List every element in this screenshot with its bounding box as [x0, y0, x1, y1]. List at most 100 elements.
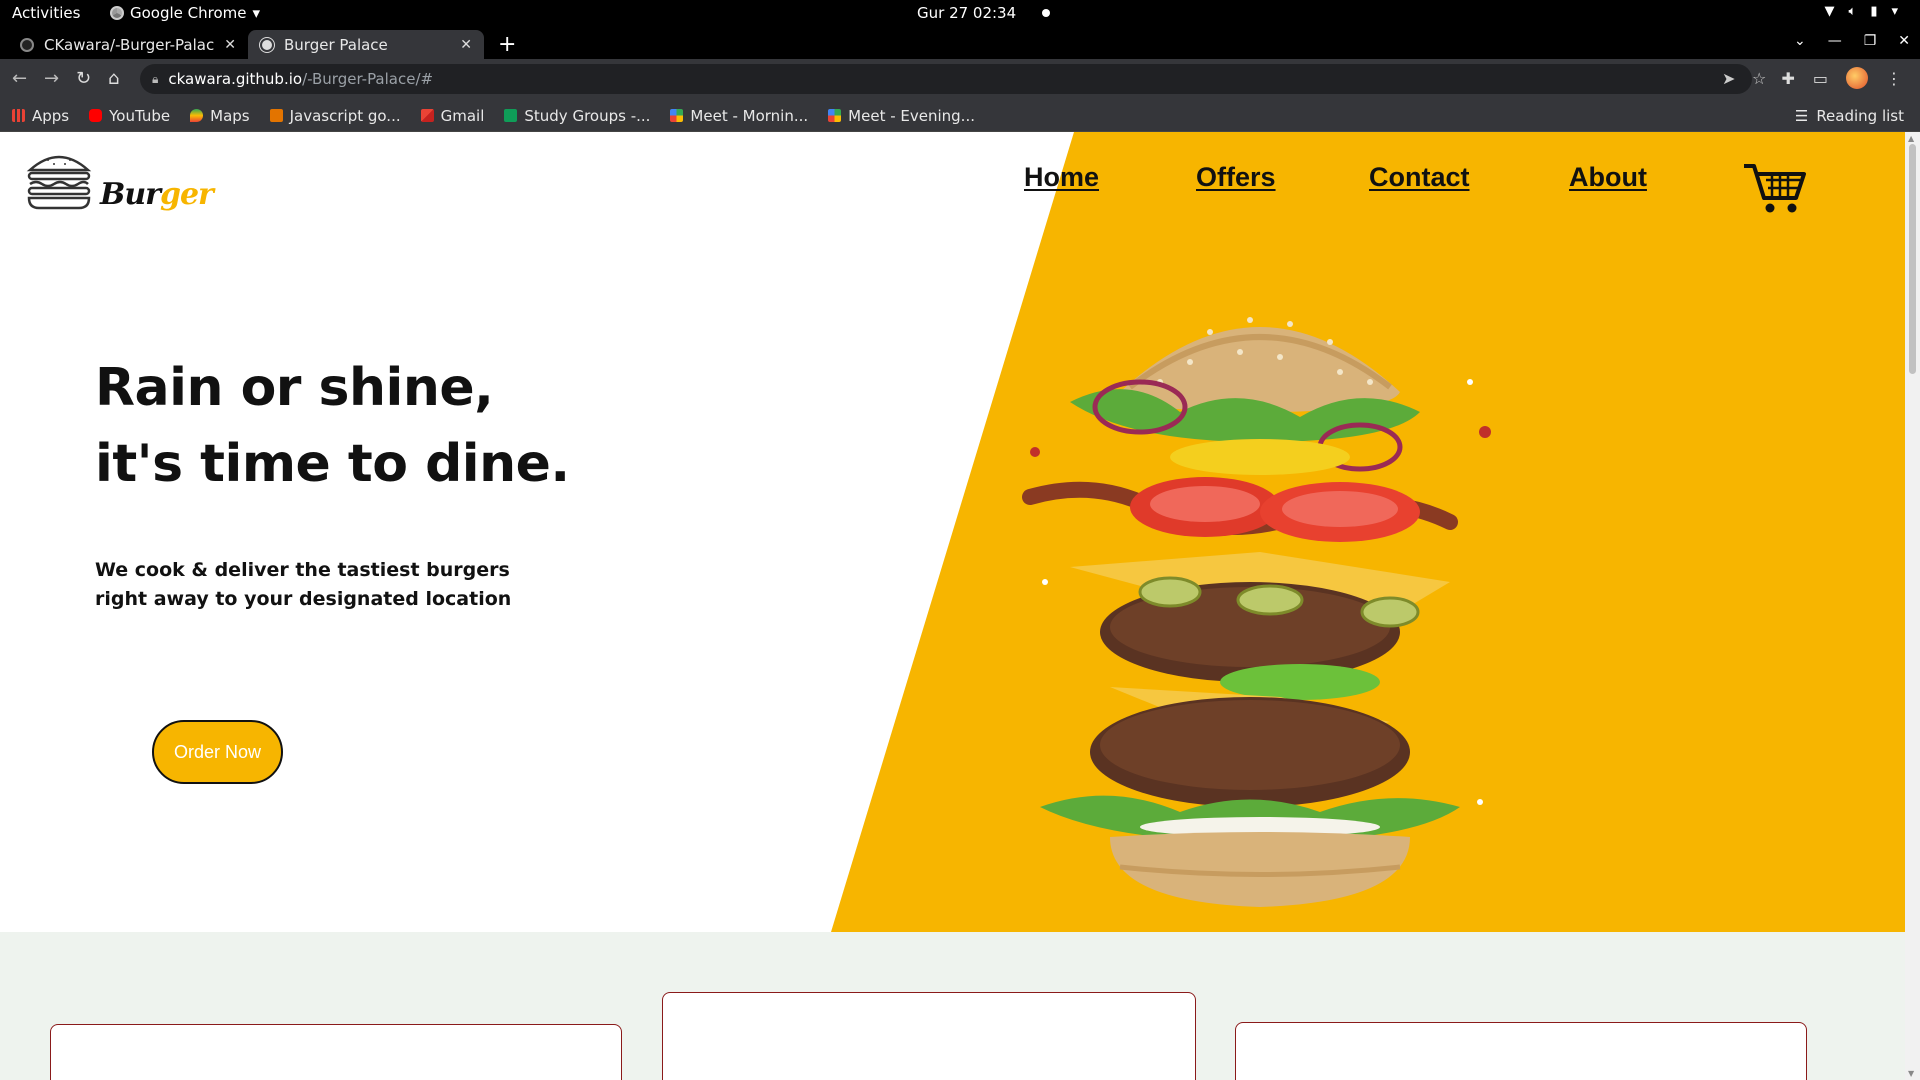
window-controls: ⌄ — ❐ ✕ [1794, 33, 1910, 49]
bookmark-label: Meet - Mornin... [690, 106, 809, 125]
bookmarks-bar: Apps YouTube Maps Javascript go... Gmail… [0, 100, 1920, 132]
restore-icon[interactable]: ❐ [1864, 33, 1877, 49]
headline-line-2: it's time to dine. [95, 434, 570, 494]
app-menu-label: Google Chrome [130, 4, 247, 22]
reading-list-button[interactable]: ☰ Reading list [1795, 107, 1904, 125]
headline-line-1: Rain or shine, [95, 358, 494, 418]
browser-toolbar: ← → ↻ ⌂ 🔒︎ ckawara.github.io/-Burger-Pal… [0, 59, 1920, 100]
tagline-line-2: right away to your designated location [95, 588, 512, 610]
page-viewport: Burger Home Offers Contact About Rain or… [0, 132, 1920, 1080]
hero-section: Burger Home Offers Contact About Rain or… [0, 132, 1905, 932]
meet-icon [828, 109, 842, 122]
bookmark-apps[interactable]: Apps [12, 107, 69, 125]
gmail-icon [420, 109, 434, 122]
forward-icon[interactable]: → [44, 68, 59, 89]
bookmark-label: Study Groups -... [524, 106, 651, 125]
cart-icon[interactable] [1742, 160, 1806, 216]
tab-strip: CKawara/-Burger-Palace: ✕ Burger Palace … [0, 27, 1920, 59]
hero-yellow-panel [831, 132, 1905, 932]
order-now-button[interactable]: Order Now [152, 720, 283, 784]
address-bar[interactable]: 🔒︎ ckawara.github.io/-Burger-Palace/# [140, 64, 1752, 94]
bookmark-icon [269, 109, 283, 122]
bookmark-label: Gmail [440, 106, 485, 125]
lock-icon[interactable]: 🔒︎ [152, 72, 158, 87]
offers-section [0, 932, 1905, 1080]
logo-text-part2: ger [159, 177, 214, 212]
close-icon[interactable]: ✕ [224, 37, 236, 53]
tab-burger-palace[interactable]: Burger Palace ✕ [248, 30, 484, 59]
page-scrollbar[interactable]: ▲ ▼ [1905, 132, 1920, 1080]
url-host: ckawara.github.io [168, 70, 303, 88]
scrollbar-thumb[interactable] [1909, 144, 1916, 374]
extensions-puzzle-icon[interactable]: ✚ [1781, 69, 1794, 88]
bookmark-star-icon[interactable]: ☆ [1752, 69, 1766, 88]
reading-list-icon: ☰ [1794, 107, 1809, 125]
bookmark-label: Javascript go... [289, 106, 401, 125]
tab-title: CKawara/-Burger-Palace: [44, 35, 215, 54]
tab-title: Burger Palace [284, 35, 388, 54]
offer-card[interactable] [50, 1024, 622, 1080]
bookmark-meet-evening[interactable]: Meet - Evening... [828, 107, 975, 125]
minimize-icon[interactable]: — [1828, 33, 1842, 49]
battery-icon: ▮ [1870, 4, 1878, 19]
system-top-bar: Activities Google Chrome ▾ Gur 27 02:34 … [0, 0, 1920, 27]
cast-icon[interactable]: ▭ [1813, 69, 1828, 88]
bookmark-label: Meet - Evening... [848, 106, 975, 125]
activities-button[interactable]: Activities [12, 4, 80, 22]
maps-icon [190, 109, 204, 122]
close-icon[interactable]: ✕ [460, 37, 472, 53]
bookmark-gmail[interactable]: Gmail [420, 106, 485, 125]
tab-github[interactable]: CKawara/-Burger-Palace: ✕ [8, 30, 248, 59]
sheets-icon [504, 109, 518, 122]
profile-avatar[interactable] [1846, 67, 1868, 89]
youtube-icon [89, 109, 103, 122]
system-tray[interactable]: ▼ 🔈︎ ▮ ▾ [1825, 4, 1899, 19]
reload-icon[interactable]: ↻ [76, 68, 91, 89]
bookmark-label: Maps [210, 106, 250, 125]
wifi-icon: ▼ [1824, 4, 1835, 19]
bookmark-javascript[interactable]: Javascript go... [269, 106, 401, 125]
globe-icon [260, 37, 274, 52]
apps-grid-icon [12, 109, 25, 122]
hero-headline: Rain or shine, it's time to dine. [95, 350, 570, 502]
hero-tagline: We cook & deliver the tastiest burgers r… [95, 556, 515, 614]
chevron-down-icon: ▾ [1891, 4, 1898, 19]
bookmark-youtube[interactable]: YouTube [89, 107, 170, 125]
nav-about[interactable]: About [1569, 162, 1647, 193]
extension-area: ✚ ▭ ⋮ [1781, 67, 1902, 89]
github-icon [20, 37, 34, 52]
meet-icon [670, 109, 684, 122]
nav-contact[interactable]: Contact [1369, 162, 1470, 193]
close-window-icon[interactable]: ✕ [1898, 33, 1910, 49]
more-menu-icon[interactable]: ⋮ [1886, 69, 1902, 88]
scroll-up-icon[interactable]: ▲ [1908, 134, 1914, 143]
bookmark-label: YouTube [109, 106, 171, 125]
reading-list-label: Reading list [1816, 107, 1904, 125]
nav-home[interactable]: Home [1024, 162, 1099, 193]
bookmark-study-groups[interactable]: Study Groups -... [504, 107, 650, 125]
scroll-down-icon[interactable]: ▼ [1908, 1069, 1914, 1078]
url-path: /-Burger-Palace/# [302, 70, 434, 88]
app-menu[interactable]: Google Chrome ▾ [110, 4, 260, 22]
nav-offers[interactable]: Offers [1196, 162, 1276, 193]
send-icon[interactable]: ➤ [1722, 69, 1735, 88]
bookmark-meet-morning[interactable]: Meet - Mornin... [670, 107, 808, 125]
chrome-icon [110, 6, 124, 20]
new-tab-button[interactable]: + [498, 32, 516, 57]
logo-wordmark: Burger [100, 177, 214, 212]
offer-card[interactable] [662, 992, 1196, 1080]
bookmark-label: Apps [32, 106, 70, 125]
chevron-down-icon: ▾ [252, 4, 261, 22]
back-icon[interactable]: ← [12, 68, 27, 89]
tab-search-icon[interactable]: ⌄ [1794, 33, 1806, 49]
notification-dot-icon [1042, 9, 1051, 17]
tagline-line-1: We cook & deliver the tastiest burgers [95, 559, 510, 581]
volume-icon: 🔈︎ [1848, 4, 1857, 19]
bookmark-maps[interactable]: Maps [190, 106, 250, 125]
home-icon[interactable]: ⌂ [108, 68, 119, 89]
clock-label: Gur 27 02:34 [917, 4, 1017, 22]
clock[interactable]: Gur 27 02:34 [917, 4, 1051, 22]
offer-card[interactable] [1235, 1022, 1807, 1080]
logo-text-part1: Bur [100, 177, 161, 212]
burger-image [1022, 317, 1491, 907]
